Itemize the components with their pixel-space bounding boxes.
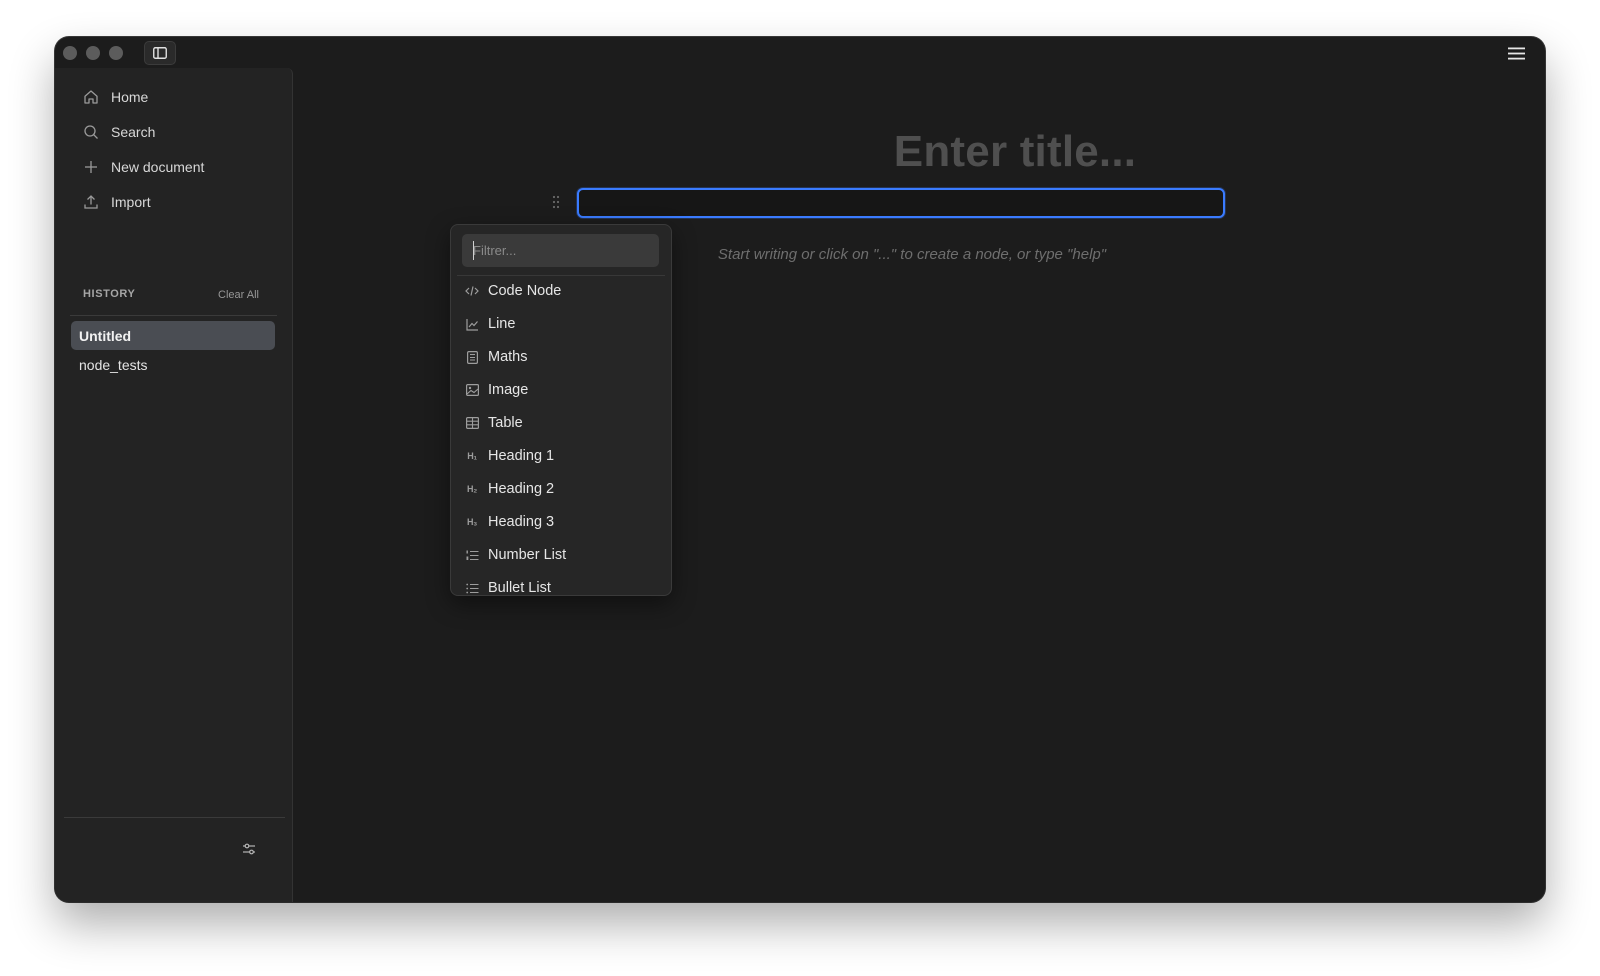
menu-divider: [457, 275, 665, 276]
menu-item-line[interactable]: Line: [464, 312, 515, 336]
menu-item-number-list[interactable]: Number List: [464, 543, 566, 567]
nav-import-label: Import: [111, 194, 151, 210]
menu-item-code-node[interactable]: Code Node: [464, 279, 561, 303]
menu-item-heading-2[interactable]: H₂ Heading 2: [464, 477, 554, 501]
nav-new-document[interactable]: New document: [82, 156, 204, 178]
heading-2-icon: H₂: [467, 484, 477, 494]
menu-item-table[interactable]: Table: [464, 411, 523, 435]
menu-item-heading-1[interactable]: H₁ Heading 1: [464, 444, 554, 468]
menu-item-label: Code Node: [488, 283, 562, 299]
search-icon: [82, 123, 100, 141]
settings-button[interactable]: [239, 839, 259, 859]
number-list-icon: [464, 547, 480, 563]
nav-search-label: Search: [111, 124, 156, 140]
menu-item-image[interactable]: Image: [464, 378, 528, 402]
plus-icon: [82, 158, 100, 176]
active-block-input[interactable]: [577, 188, 1225, 218]
image-icon: [464, 382, 480, 398]
menu-item-label: Maths: [488, 349, 528, 365]
bullet-list-icon: [464, 580, 480, 595]
menu-item-label: Image: [488, 382, 529, 398]
main-menu-button[interactable]: [1506, 44, 1526, 62]
sidebar-toggle-button[interactable]: [144, 41, 176, 65]
sidebar-footer-divider: [64, 817, 285, 818]
sidebar: Home Search New document Import HISTORY …: [55, 68, 293, 902]
nav-new-document-label: New document: [111, 159, 205, 175]
editor-hint: Start writing or click on "..." to creat…: [717, 246, 1107, 263]
zoom-window-button[interactable]: [109, 46, 123, 60]
filter-input[interactable]: [462, 234, 659, 267]
drag-handle-icon[interactable]: [548, 192, 564, 212]
menu-item-label: Heading 1: [488, 448, 555, 464]
history-divider: [70, 315, 277, 316]
node-type-menu: Code Node Line Maths Image Table: [450, 224, 672, 596]
calculator-icon: [464, 349, 480, 365]
sliders-icon: [242, 842, 256, 856]
history-item[interactable]: node_tests: [71, 350, 275, 379]
clear-all-button[interactable]: Clear All: [218, 289, 259, 301]
code-icon: [464, 283, 480, 299]
menu-item-maths[interactable]: Maths: [464, 345, 528, 369]
table-icon: [464, 415, 480, 431]
menu-item-label: Table: [488, 415, 523, 431]
menu-item-heading-3[interactable]: H₃ Heading 3: [464, 510, 554, 534]
minimize-window-button[interactable]: [86, 46, 100, 60]
document-title-input[interactable]: Enter title...: [735, 127, 1295, 177]
menu-item-label: Line: [488, 316, 516, 332]
title-bar: [55, 37, 1545, 69]
sidebar-panel-icon: [153, 47, 167, 59]
line-chart-icon: [464, 316, 480, 332]
menu-item-label: Heading 3: [488, 514, 555, 530]
app-window: Home Search New document Import HISTORY …: [55, 37, 1545, 902]
close-window-button[interactable]: [63, 46, 77, 60]
heading-3-icon: H₃: [466, 517, 478, 527]
history-item[interactable]: Untitled: [71, 321, 275, 350]
history-heading: HISTORY: [83, 288, 136, 300]
heading-1-icon: H₁: [467, 451, 477, 461]
home-icon: [82, 88, 100, 106]
menu-item-label: Heading 2: [488, 481, 555, 497]
upload-icon: [82, 193, 100, 211]
nav-search[interactable]: Search: [82, 121, 155, 143]
menu-item-label: Bullet List: [488, 580, 551, 596]
menu-item-label: Number List: [488, 547, 567, 563]
menu-item-bullet-list[interactable]: Bullet List: [464, 576, 551, 596]
nav-import[interactable]: Import: [82, 191, 151, 213]
text-caret: [473, 241, 474, 260]
nav-home-label: Home: [111, 89, 149, 105]
hamburger-menu-icon: [1507, 47, 1525, 60]
nav-home[interactable]: Home: [82, 86, 148, 108]
